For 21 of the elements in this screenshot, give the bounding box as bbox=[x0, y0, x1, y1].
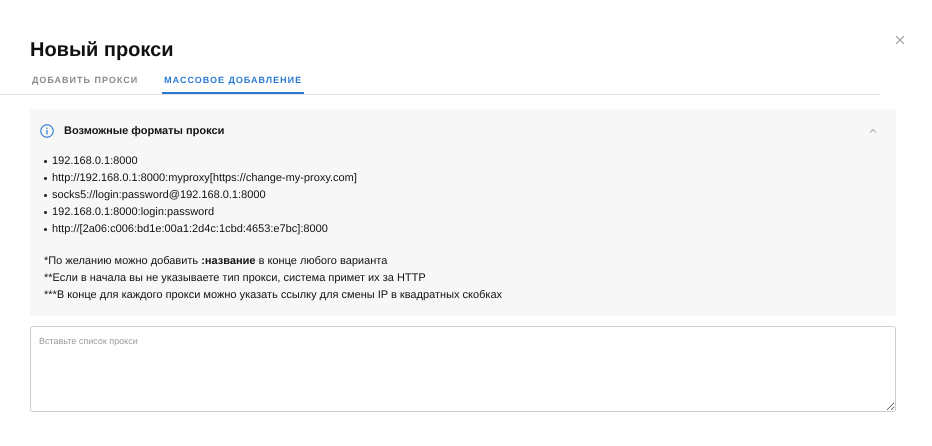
bullet-icon bbox=[44, 228, 47, 231]
panel-title: Возможные форматы прокси bbox=[64, 125, 226, 137]
tab[interactable]: МАССОВОЕ ДОБАВЛЕНИЕ bbox=[162, 69, 304, 94]
bullet-icon bbox=[44, 211, 47, 214]
info-icon bbox=[40, 124, 54, 138]
proxy-list-field[interactable]: Вставьте список прокси bbox=[30, 326, 896, 412]
close-button[interactable] bbox=[894, 34, 906, 46]
format-note: ***В конце для каждого прокси можно указать ссылку для смены IP в квадратных скобках bbox=[44, 288, 504, 303]
bullet-icon bbox=[44, 194, 47, 197]
format-example: 192.168.0.1:8000:login:password bbox=[52, 205, 214, 220]
dialog-title: Новый прокси bbox=[30, 38, 175, 63]
bullet-icon bbox=[44, 177, 47, 180]
bullet-icon bbox=[44, 160, 47, 163]
format-example: 192.168.0.1:8000 bbox=[52, 154, 138, 169]
format-example: socks5://login:password@192.168.0.1:8000 bbox=[52, 188, 266, 203]
format-note: **Если в начала вы не указываете тип прокси, система примет их за HTTP bbox=[44, 271, 427, 286]
format-example: http://192.168.0.1:8000:myproxy[https://change-my-proxy.com] bbox=[52, 171, 357, 186]
close-icon bbox=[894, 34, 906, 46]
format-example: http://[2a06:c006:bd1e:00a1:2d4c:1cbd:4653:e7bc]:8000 bbox=[52, 222, 328, 237]
tab[interactable]: ДОБАВИТЬ ПРОКСИ bbox=[30, 69, 140, 94]
format-note: *По желанию можно добавить :название в конце любого варианта bbox=[44, 254, 388, 269]
